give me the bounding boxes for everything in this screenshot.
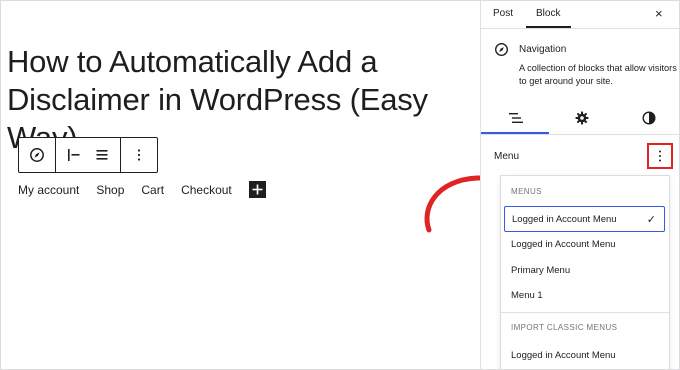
options-group [121, 138, 157, 172]
block-type-group [19, 138, 56, 172]
menu-option-label: Logged in Account Menu [511, 238, 616, 250]
block-card-description: A collection of blocks that allow visito… [519, 63, 677, 86]
styles-icon[interactable] [637, 108, 661, 128]
tab-block[interactable]: Block [536, 8, 560, 19]
menu-options-button[interactable] [647, 143, 673, 169]
settings-sidebar: Post Block × Navigation A collection of … [480, 1, 679, 369]
tab-post[interactable]: Post [493, 8, 513, 19]
editor-canvas: How to Automatically Add a Disclaimer in… [1, 1, 480, 369]
more-vertical-icon [659, 150, 661, 162]
justify-center-icon[interactable] [88, 138, 116, 172]
inspector-subtabs [481, 101, 679, 135]
menu-option-logged-in-account[interactable]: Logged in Account Menu [504, 231, 665, 257]
check-icon: ✓ [646, 214, 656, 226]
menu-option-label: Logged in Account Menu [512, 213, 617, 225]
nav-link-cart[interactable]: Cart [141, 183, 164, 197]
import-classic-menus-heading: IMPORT CLASSIC MENUS [511, 323, 618, 332]
justify-left-icon[interactable] [60, 138, 88, 172]
menu-option-menu-1[interactable]: Menu 1 [504, 282, 665, 308]
menu-select-dropdown: MENUS Logged in Account Menu ✓ Logged in… [500, 175, 670, 369]
menu-option-label: Primary Menu [511, 264, 571, 276]
menu-option-label: Logged in Account Menu [511, 349, 616, 361]
plus-icon[interactable] [248, 181, 266, 198]
list-view-icon[interactable] [504, 108, 528, 128]
compass-icon [494, 42, 509, 62]
block-toolbar [18, 137, 158, 173]
classic-menu-option-logged-in-account[interactable]: Logged in Account Menu [504, 342, 665, 368]
justification-group [56, 138, 121, 172]
nav-link-checkout[interactable]: Checkout [181, 183, 232, 197]
dropdown-divider [501, 312, 669, 313]
menus-group-heading: MENUS [511, 187, 542, 196]
block-card-title: Navigation [519, 44, 567, 55]
close-icon[interactable]: × [655, 6, 663, 21]
menu-option-primary[interactable]: Primary Menu [504, 257, 665, 283]
nav-link-my-account[interactable]: My account [18, 183, 79, 197]
sidebar-tabs: Post Block × [481, 1, 679, 29]
active-subtab-indicator [481, 132, 549, 134]
active-tab-indicator [526, 26, 571, 28]
gear-icon[interactable] [570, 108, 594, 128]
menu-option-logged-in-account-selected[interactable]: Logged in Account Menu ✓ [504, 206, 665, 232]
more-vertical-icon[interactable] [125, 138, 153, 172]
compass-icon[interactable] [23, 138, 51, 172]
menu-panel-title: Menu [494, 151, 520, 162]
menu-option-label: Menu 1 [511, 289, 543, 301]
block-card: Navigation A collection of blocks that a… [481, 30, 679, 90]
nav-link-shop[interactable]: Shop [96, 183, 124, 197]
navigation-block: My account Shop Cart Checkout [18, 181, 266, 198]
